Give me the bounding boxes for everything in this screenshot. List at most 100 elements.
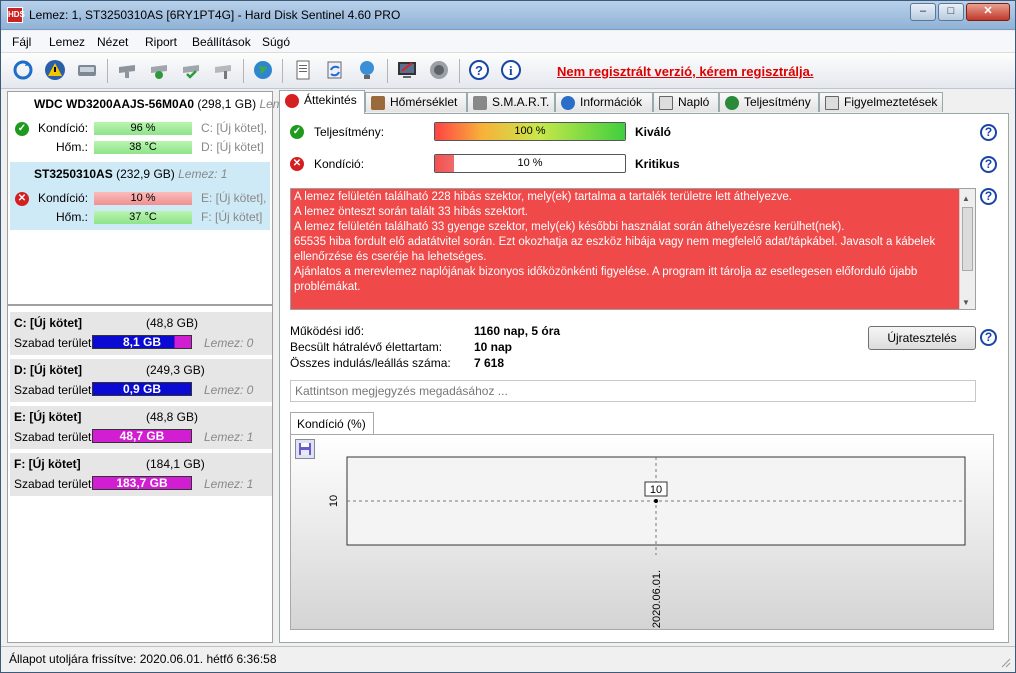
problem-messages-box[interactable]: A lemez felületén található 228 hibás sz… xyxy=(290,188,976,310)
comment-input[interactable]: Kattintson megjegyzés megadásához ... xyxy=(290,380,976,402)
document-button[interactable] xyxy=(290,57,316,83)
disk-icon xyxy=(473,96,487,110)
document-icon xyxy=(296,60,310,80)
app-logo-icon: HDS xyxy=(7,7,25,23)
performance-value: 100 % xyxy=(514,125,546,137)
problem-message: 65535 hiba fordult elő adatátvitel során… xyxy=(294,236,936,263)
tab-performance[interactable]: Teljesítmény xyxy=(719,92,819,112)
resize-grip-icon[interactable] xyxy=(1001,658,1011,668)
svg-text:i: i xyxy=(509,63,513,78)
maximize-icon: □ xyxy=(947,5,955,17)
registration-link[interactable]: Nem regisztrált verzió, kérem regisztrál… xyxy=(557,64,814,79)
scroll-down-icon[interactable]: ▼ xyxy=(962,295,973,307)
disk-item-0[interactable]: WDC WD3200AAJS-56M0A0 (298,1 GB) Len ✓ K… xyxy=(10,92,279,160)
volume-ref: C: [Új kötet], xyxy=(201,121,268,135)
volume-size: (48,8 GB) xyxy=(146,410,199,424)
close-icon: ✕ xyxy=(983,5,993,17)
condition-value: 10 % xyxy=(517,157,543,169)
network-button[interactable] xyxy=(354,57,380,83)
condition-label: Kondíció: xyxy=(38,121,89,135)
minimize-button[interactable]: – xyxy=(910,3,936,21)
condition-rating: Kritikus xyxy=(635,157,680,171)
overview-panel: ✓ Teljesítmény: 100 % Kiváló ? ✕ Kondíci… xyxy=(279,113,1009,643)
help-icon[interactable]: ? xyxy=(980,329,997,346)
tab-information[interactable]: Információk xyxy=(555,92,653,112)
help-icon[interactable]: ? xyxy=(980,124,997,141)
speaker-button[interactable] xyxy=(426,57,452,83)
menu-view[interactable]: Nézet xyxy=(97,35,128,49)
info-button[interactable]: i xyxy=(498,57,524,83)
toolbar-separator xyxy=(387,59,388,83)
volume-name: C: [Új kötet] xyxy=(14,316,82,330)
help-icon[interactable]: ? xyxy=(980,156,997,173)
disk-item-1[interactable]: ST3250310AS (232,9 GB) Lemez: 1 ✕ Kondíc… xyxy=(10,162,270,230)
tab-smart[interactable]: S.M.A.R.T. xyxy=(467,92,555,112)
menu-file[interactable]: Fájl xyxy=(12,35,31,49)
volume-ref: E: [Új kötet], xyxy=(201,191,267,205)
chart-tab-condition[interactable]: Kondíció (%) xyxy=(290,412,374,434)
x-tick-label: 2020.06.01. xyxy=(651,570,663,628)
disk-name: WDC WD3200AAJS-56M0A0 xyxy=(34,97,195,111)
y-tick-label: 10 xyxy=(328,495,340,507)
disk-tool-button[interactable] xyxy=(210,57,236,83)
volume-item-f[interactable]: F: [Új kötet] (184,1 GB) Szabad terület … xyxy=(10,453,272,497)
menu-report[interactable]: Riport xyxy=(145,35,177,49)
tab-alerts[interactable]: Figyelmeztetések xyxy=(819,92,943,112)
volume-size: (249,3 GB) xyxy=(146,363,205,377)
tab-label: Teljesítmény xyxy=(744,95,811,109)
free-space-value: 0,9 GB xyxy=(122,382,161,396)
volume-item-d[interactable]: D: [Új kötet] (249,3 GB) Szabad terület … xyxy=(10,359,272,403)
refresh-button[interactable] xyxy=(10,57,36,83)
toolbar: ? i Nem regisztrált verzió, kérem regisz… xyxy=(1,53,1015,89)
menu-bar: Fájl Lemez Nézet Riport Beállítások Súgó xyxy=(1,31,1015,53)
window-title: Lemez: 1, ST3250310AS [6RY1PT4G] - Hard … xyxy=(29,8,401,22)
title-bar[interactable]: HDS Lemez: 1, ST3250310AS [6RY1PT4G] - H… xyxy=(1,1,1015,30)
volume-item-e[interactable]: E: [Új kötet] (48,8 GB) Szabad terület 4… xyxy=(10,406,272,450)
condition-bar: 96 % xyxy=(94,122,192,135)
data-point xyxy=(654,499,658,503)
tab-overview[interactable]: Áttekintés xyxy=(279,90,365,114)
close-button[interactable]: ✕ xyxy=(966,3,1010,21)
globe-button[interactable] xyxy=(250,57,276,83)
maximize-button[interactable]: □ xyxy=(938,3,964,21)
disk-verify-button[interactable] xyxy=(178,57,204,83)
disk-title: ST3250310AS (232,9 GB) Lemez: 1 xyxy=(34,167,227,181)
free-space-bar: 0,9 GB xyxy=(92,382,192,396)
performance-label: Teljesítmény: xyxy=(314,125,385,139)
pane-splitter[interactable] xyxy=(8,304,272,306)
volume-lemez: Lemez: 1 xyxy=(204,430,254,444)
menu-disk[interactable]: Lemez xyxy=(49,35,85,49)
volume-size: (48,8 GB) xyxy=(146,316,199,330)
refresh-icon xyxy=(13,60,33,80)
disk-gray-button[interactable] xyxy=(114,57,140,83)
report-button[interactable] xyxy=(394,57,420,83)
uptime-label: Működési idő: xyxy=(290,324,365,338)
menu-settings[interactable]: Beállítások xyxy=(192,35,251,49)
toolbar-separator xyxy=(282,59,283,83)
alert-button[interactable] xyxy=(42,57,68,83)
speaker-icon xyxy=(430,61,448,79)
tab-strip: Áttekintés Hőmérséklet S.M.A.R.T. Inform… xyxy=(279,90,1009,114)
sync-button[interactable] xyxy=(322,57,348,83)
scroll-up-icon[interactable]: ▲ xyxy=(962,191,973,203)
gauge-icon xyxy=(725,96,739,110)
disk-button[interactable] xyxy=(74,57,100,83)
help-icon[interactable]: ? xyxy=(980,188,997,205)
tab-log[interactable]: Napló xyxy=(653,92,719,112)
disk-check-button[interactable] xyxy=(146,57,172,83)
scroll-thumb[interactable] xyxy=(962,207,973,271)
tab-label: Hőmérséklet xyxy=(390,95,458,109)
menu-help[interactable]: Súgó xyxy=(262,35,290,49)
error-x-icon: ✕ xyxy=(15,192,29,206)
help-button[interactable]: ? xyxy=(466,57,492,83)
disk-size: (232,9 GB) xyxy=(116,167,175,181)
volume-item-c[interactable]: C: [Új kötet] (48,8 GB) Szabad terület 8… xyxy=(10,312,272,356)
messages-scrollbar[interactable]: ▲ ▼ xyxy=(959,189,975,309)
info-icon: i xyxy=(501,60,521,80)
document-icon xyxy=(825,96,839,110)
tab-temperature[interactable]: Hőmérséklet xyxy=(365,92,467,112)
volume-size: (184,1 GB) xyxy=(146,457,205,471)
ok-check-icon: ✓ xyxy=(290,125,304,139)
disk-list-pane: WDC WD3200AAJS-56M0A0 (298,1 GB) Len ✓ K… xyxy=(7,91,279,643)
retest-button[interactable]: Újratesztelés xyxy=(868,326,976,350)
